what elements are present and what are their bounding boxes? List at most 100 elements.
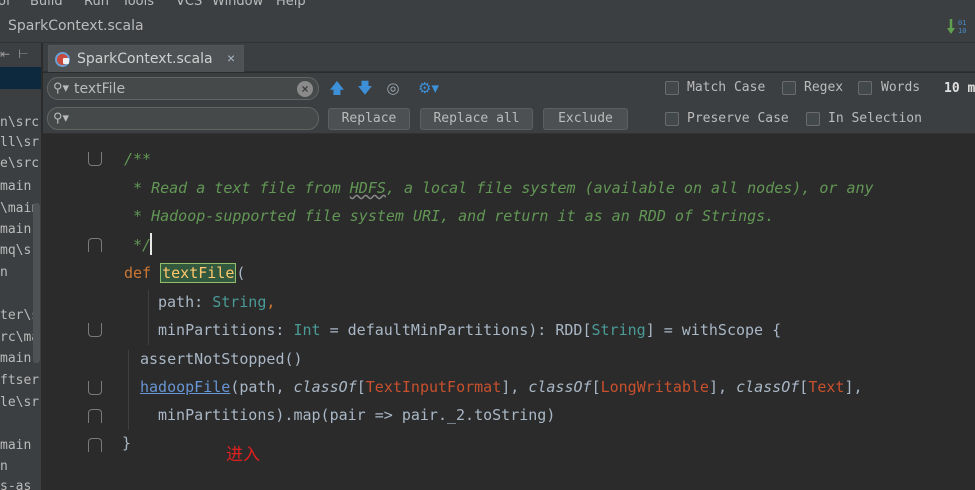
tree-item[interactable]: main	[0, 179, 31, 194]
tree-item[interactable]: n	[0, 265, 8, 280]
search-field: ⚲▾ ×	[47, 77, 319, 100]
code-text: ],	[844, 378, 863, 396]
code-text: [	[799, 378, 809, 396]
magnifier-icon[interactable]: ⚲▾	[53, 110, 69, 126]
code-line-6: path: String,	[158, 293, 275, 311]
code-text: (	[236, 264, 246, 282]
menu-build[interactable]: Build	[30, 0, 63, 9]
code-text: classOf	[736, 378, 800, 396]
fold-marker[interactable]	[88, 381, 102, 395]
match-case-checkbox[interactable]	[665, 81, 679, 95]
clear-search-icon[interactable]: ×	[297, 81, 313, 97]
type-name: Text	[808, 378, 845, 396]
code-text: [	[591, 378, 601, 396]
code-text: ,	[266, 293, 276, 311]
tree-item[interactable]: ll\sr	[0, 135, 39, 150]
replace-button[interactable]: Replace	[328, 108, 410, 130]
search-input[interactable]	[74, 80, 289, 97]
annotation-text: 进入	[226, 445, 260, 465]
fold-marker[interactable]	[88, 409, 102, 423]
replace-input[interactable]	[74, 110, 289, 127]
editor-tab-bar: SparkContext.scala ×	[43, 43, 975, 72]
fold-marker[interactable]	[88, 152, 102, 166]
find-all-icon[interactable]: ◎	[383, 79, 403, 99]
preserve-case-checkbox[interactable]	[665, 112, 679, 126]
code-line-7: minPartitions: Int = defaultMinPartition…	[158, 321, 781, 339]
words-label: Words	[881, 80, 921, 95]
gear-icon[interactable]: ⚙▾	[418, 79, 439, 99]
words-checkbox[interactable]	[858, 81, 872, 95]
regex-checkbox[interactable]	[782, 81, 796, 95]
window-title: SparkContext.scala	[8, 18, 144, 34]
menu-vcs[interactable]: VCS	[176, 0, 202, 9]
menu-file[interactable]: of	[0, 0, 11, 9]
menu-help[interactable]: Help	[276, 0, 306, 9]
text-caret	[150, 233, 152, 255]
fold-marker[interactable]	[88, 323, 102, 337]
menu-bar: of Build Run Tools VCS Window Help	[0, 0, 975, 9]
type-name: String	[591, 321, 646, 339]
arrow-down-icon[interactable]: 🡇	[355, 79, 375, 99]
tree-item[interactable]: main	[0, 222, 31, 237]
hide-panel-icon[interactable]: ⊢	[18, 47, 28, 61]
in-selection-label: In Selection	[828, 111, 922, 126]
project-panel-toolbar: ⇤ ⊢	[0, 43, 41, 67]
tab-sparkcontext[interactable]: SparkContext.scala ×	[48, 45, 244, 72]
selected-tree-item[interactable]	[0, 67, 41, 89]
in-selection-checkbox[interactable]	[806, 112, 820, 126]
tree-item[interactable]: ftser	[0, 373, 39, 388]
code-text: path:	[158, 293, 213, 311]
code-text: ],	[501, 378, 529, 396]
collapse-icon[interactable]: ⇤	[0, 47, 10, 61]
vcs-update-icon[interactable]: 01 10	[946, 16, 972, 38]
tree-item[interactable]: e\src	[0, 156, 39, 171]
code-line-3: * Hadoop-supported file system URI, and …	[124, 207, 775, 225]
scala-file-icon	[55, 52, 70, 67]
code-line-10: minPartitions).map(pair => pair._2.toStr…	[158, 406, 556, 424]
code-line-4: */	[124, 236, 152, 254]
magnifier-icon[interactable]: ⚲▾	[53, 80, 69, 96]
exclude-button[interactable]: Exclude	[543, 108, 628, 130]
type-name: String	[212, 293, 267, 311]
code-text: minPartitions:	[158, 321, 294, 339]
code-line-11: }	[122, 434, 132, 452]
arrow-up-icon[interactable]: 🡅	[327, 79, 347, 99]
code-line-9: hadoopFile(path, classOf[TextInputFormat…	[140, 378, 863, 396]
code-text: , a local file system (available on all …	[385, 179, 874, 197]
tree-item[interactable]: s-as	[0, 479, 31, 490]
menu-tools[interactable]: Tools	[122, 0, 154, 9]
type-name: LongWritable	[600, 378, 709, 396]
code-text: classOf	[528, 378, 592, 396]
tree-item[interactable]: main	[0, 351, 31, 366]
code-line-5: def textFile(	[124, 263, 246, 283]
fold-marker[interactable]	[88, 438, 102, 452]
method-link-hadoopfile[interactable]: hadoopFile	[140, 378, 230, 396]
fold-marker[interactable]	[88, 238, 102, 252]
tree-item[interactable]: n	[0, 459, 8, 474]
project-panel: ⇤ ⊢ n\src ll\sr e\src main \main main mq…	[0, 43, 42, 490]
tree-item[interactable]: main	[0, 438, 31, 453]
svg-text:10: 10	[958, 27, 966, 35]
replace-all-button[interactable]: Replace all	[420, 108, 533, 130]
code-text: (path,	[230, 378, 294, 396]
indent-guide	[148, 290, 149, 345]
code-line-2: * Read a text file from HDFS, a local fi…	[124, 179, 874, 197]
tree-item[interactable]: le\sr	[0, 395, 39, 410]
code-line-1: /**	[124, 150, 152, 168]
code-text: * Read a text file from	[124, 179, 350, 197]
preserve-case-label: Preserve Case	[687, 111, 789, 126]
code-text: [	[356, 378, 366, 396]
tree-item[interactable]: n\src	[0, 115, 39, 130]
replace-field: ⚲▾	[47, 107, 319, 130]
type-name: Int	[293, 321, 321, 339]
project-panel-scrollbar[interactable]	[33, 203, 40, 363]
menu-run[interactable]: Run	[84, 0, 109, 9]
code-typo-hdfs: HDFS	[349, 179, 386, 197]
indent-guide	[128, 350, 129, 430]
close-icon[interactable]: ×	[227, 50, 235, 66]
match-count: 10 ma	[944, 81, 975, 96]
title-bar: SparkContext.scala 01 10	[0, 9, 975, 43]
match-case-label: Match Case	[687, 80, 766, 95]
code-line-8: assertNotStopped()	[140, 350, 303, 368]
menu-window[interactable]: Window	[212, 0, 263, 9]
